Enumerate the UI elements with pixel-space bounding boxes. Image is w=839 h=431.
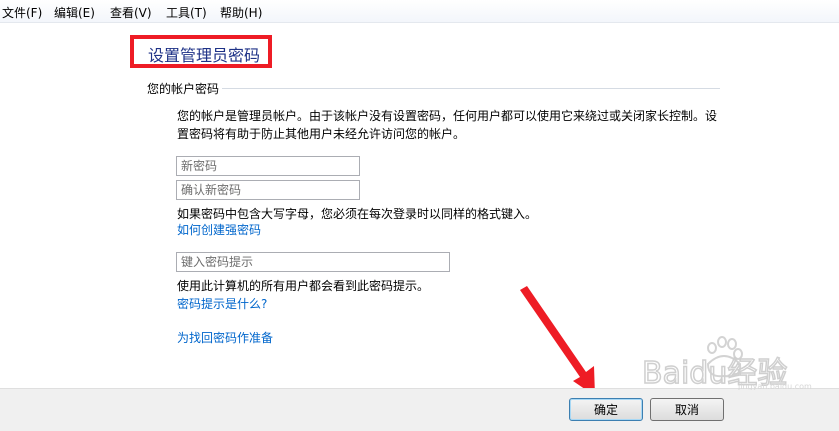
- password-hint-help-link[interactable]: 密码提示是什么?: [177, 295, 267, 312]
- description-line-1: 您的帐户是管理员帐户。由于该帐户没有设置密码，任何用户都可以使用它来绕过或关闭家…: [177, 109, 718, 123]
- account-password-group-label: 您的帐户密码: [147, 82, 220, 96]
- group-divider: [222, 88, 720, 89]
- menu-file[interactable]: 文件(F): [2, 4, 42, 21]
- dialog-footer: 确定 取消: [0, 388, 839, 431]
- description-line-2: 置密码将有助于防止其他用户未经允许访问您的帐户。: [177, 127, 466, 141]
- password-hint-field[interactable]: [176, 252, 450, 272]
- password-recovery-link[interactable]: 为找回密码作准备: [177, 329, 273, 346]
- baidu-watermark-logo: Baidu经验 jingyan.baidu.com: [641, 336, 812, 390]
- watermark-brand-text: Baidu经验: [642, 356, 787, 390]
- case-sensitivity-note: 如果密码中包含大写字母，您必须在每次登录时以同样的格式键入。: [177, 207, 538, 221]
- menu-tools[interactable]: 工具(T): [166, 4, 207, 21]
- menu-help[interactable]: 帮助(H): [220, 4, 262, 21]
- hint-visibility-note: 使用此计算机的所有用户都会看到此密码提示。: [177, 279, 430, 293]
- page-title: 设置管理员密码: [148, 46, 261, 65]
- menu-edit[interactable]: 编辑(E): [54, 4, 95, 21]
- set-admin-password-window: 文件(F) 编辑(E) 查看(V) 工具(T) 帮助(H) 设置管理员密码 您的…: [0, 0, 839, 431]
- confirm-password-field[interactable]: [176, 180, 360, 200]
- cancel-button[interactable]: 取消: [650, 398, 724, 421]
- ok-button[interactable]: 确定: [569, 398, 643, 421]
- new-password-field[interactable]: [176, 156, 360, 176]
- menu-view[interactable]: 查看(V): [110, 4, 152, 21]
- strong-password-link[interactable]: 如何创建强密码: [177, 221, 261, 238]
- menubar: 文件(F) 编辑(E) 查看(V) 工具(T) 帮助(H): [0, 0, 839, 23]
